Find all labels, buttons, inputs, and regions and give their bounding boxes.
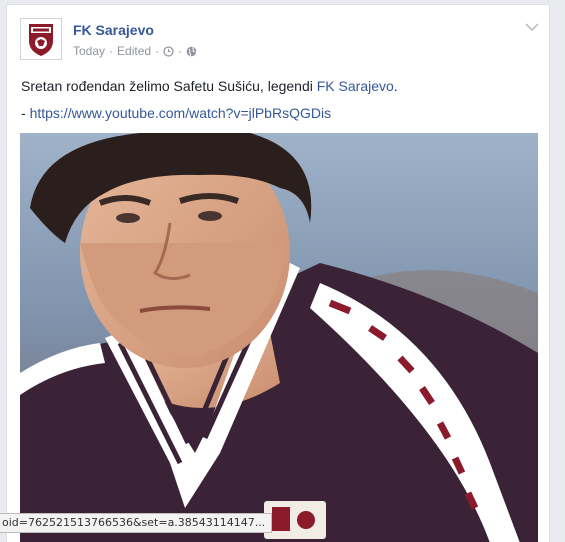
youtube-link[interactable]: https://www.youtube.com/watch?v=jlPbRsQG… (30, 105, 332, 121)
clock-icon[interactable] (163, 45, 174, 57)
post-message: Sretan rođendan želimo Safetu Sušiću, le… (21, 77, 541, 95)
meta-separator: · (109, 44, 114, 58)
post-message-text: Sretan rođendan želimo Safetu Sušiću, le… (21, 78, 317, 94)
edited-label[interactable]: Edited (117, 44, 151, 58)
post-timestamp[interactable]: Today (73, 44, 105, 58)
player-photo (20, 133, 538, 542)
page-avatar[interactable] (20, 18, 62, 60)
fk-sarajevo-logo (29, 24, 53, 56)
post-photo[interactable] (20, 133, 538, 542)
post-meta: Today · Edited · · (73, 44, 197, 58)
page-name[interactable]: FK Sarajevo (73, 22, 154, 38)
post-message-end: . (393, 78, 398, 94)
browser-status-bar: oid=762521513766536&set=a.38543114147... (0, 513, 273, 533)
post-link-line: - https://www.youtube.com/watch?v=jlPbRs… (21, 104, 331, 122)
link-prefix: - (21, 105, 30, 121)
post-card: FK Sarajevo Today · Edited · · Sretan ro… (6, 4, 550, 542)
chevron-down-icon[interactable] (525, 19, 539, 32)
globe-icon[interactable] (186, 46, 197, 57)
meta-separator: · (178, 44, 183, 58)
meta-separator: · (155, 44, 160, 58)
page-mention-link[interactable]: FK Sarajevo (317, 78, 394, 94)
